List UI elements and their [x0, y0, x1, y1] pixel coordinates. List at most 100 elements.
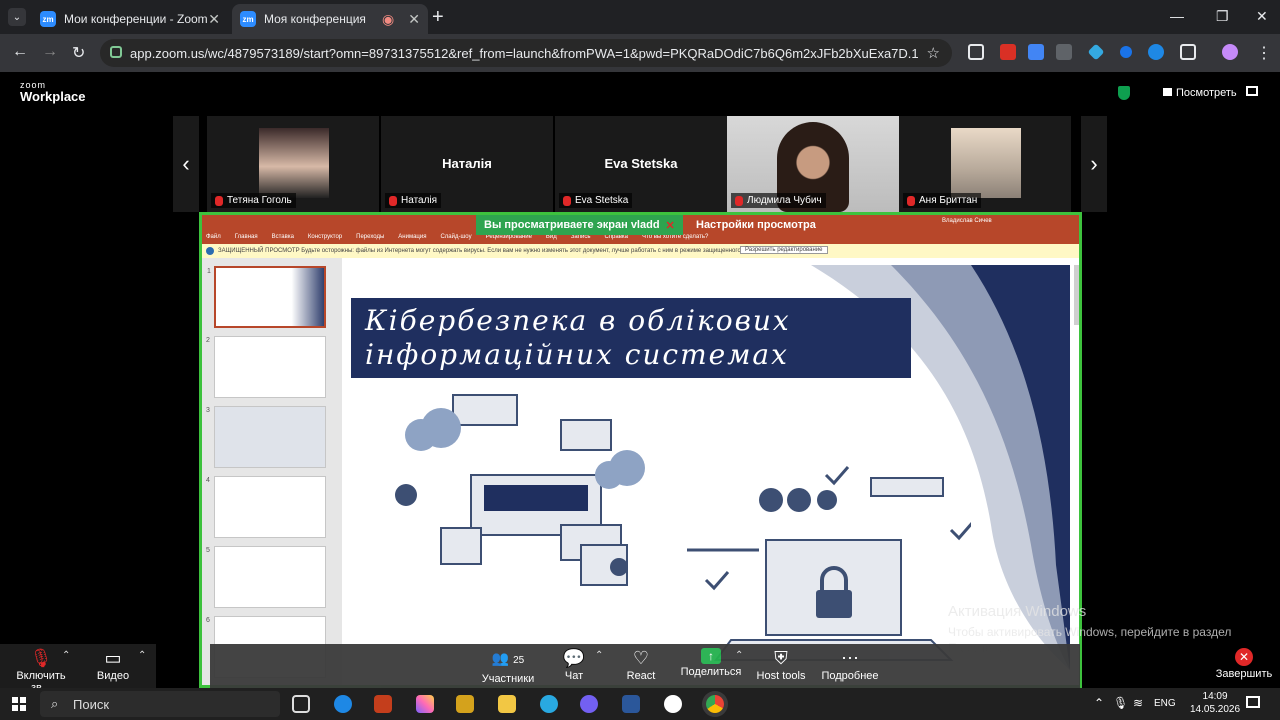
ribbon-tab[interactable]: Вставка: [272, 234, 294, 240]
participant-name: Eva Stetska: [559, 193, 633, 208]
chevron-up-icon[interactable]: ⌃: [595, 650, 603, 661]
new-tab-button[interactable]: +: [432, 6, 444, 29]
mic-tray-icon[interactable]: 🎙: [1113, 696, 1128, 710]
windows-activation-title: Активация Windows: [948, 603, 1087, 620]
participants-button[interactable]: 👥 25 Участники: [480, 644, 536, 685]
view-settings-button[interactable]: Настройки просмотра: [696, 219, 816, 231]
slide-thumbnail[interactable]: 5: [206, 546, 326, 608]
fullscreen-icon[interactable]: [1246, 86, 1258, 96]
chevron-up-icon[interactable]: ⌃: [1094, 696, 1104, 710]
strip-prev-button[interactable]: ‹: [173, 116, 199, 212]
slide-thumbnail[interactable]: 1: [207, 266, 326, 328]
ribbon-tab[interactable]: Главная: [235, 234, 258, 240]
host-tools-button[interactable]: ⛨ Host tools: [756, 644, 806, 682]
more-dots-icon: ⋯: [841, 648, 859, 668]
ribbon-tab[interactable]: Слайд-шоу: [440, 234, 471, 240]
windows-start-icon[interactable]: [12, 697, 26, 711]
extension-icon[interactable]: [1000, 44, 1016, 60]
end-icon: ✕: [1235, 648, 1253, 666]
app-icon[interactable]: [664, 695, 682, 713]
extension-icon[interactable]: [1120, 46, 1132, 58]
video-button[interactable]: ▭ Видео: [88, 644, 138, 682]
site-info-icon[interactable]: [110, 46, 122, 58]
muted-mic-icon: ✕: [665, 219, 675, 232]
powerpoint-icon[interactable]: [374, 695, 392, 713]
close-window-icon[interactable]: ✕: [1256, 8, 1268, 25]
participant-tile[interactable]: Людмила Чубич: [727, 116, 899, 212]
zoom-av-controls: 🎙 Включить зв... ⌃ ▭ Видео ⌃: [0, 644, 156, 694]
slide-scrollbar[interactable]: [1074, 265, 1079, 325]
tab-search-button[interactable]: ⌄: [8, 8, 26, 26]
ribbon-tab[interactable]: Файл: [206, 234, 221, 240]
taskbar-clock[interactable]: 14:09 14.05.2026: [1190, 690, 1240, 716]
encryption-shield-icon[interactable]: [1118, 86, 1130, 100]
forward-icon[interactable]: →: [42, 43, 58, 61]
store-icon[interactable]: [456, 695, 474, 713]
ribbon-tab[interactable]: Анимация: [398, 234, 426, 240]
slide-thumbnail[interactable]: 4: [206, 476, 326, 538]
chevron-up-icon[interactable]: ⌃: [138, 650, 146, 661]
react-label: React: [626, 670, 656, 682]
enable-editing-button[interactable]: Разрешить редактирование: [740, 246, 828, 254]
edge-icon[interactable]: [334, 695, 352, 713]
chevron-up-icon[interactable]: ⌃: [62, 650, 70, 661]
ribbon-tab[interactable]: Конструктор: [308, 234, 342, 240]
telegram-icon[interactable]: [540, 695, 558, 713]
zoom-favicon-icon: zm: [240, 11, 256, 27]
slide-thumbnail[interactable]: 3: [206, 406, 326, 468]
windows-taskbar: ⌕ Поиск ⌃ 🎙 ≋ ENG 14:09 14.05.2026: [0, 688, 1280, 720]
language-indicator[interactable]: ENG: [1154, 698, 1176, 709]
chat-button[interactable]: 💬 Чат: [556, 644, 592, 682]
participant-tile[interactable]: Eva Stetska Eva Stetska: [555, 116, 727, 212]
task-view-icon[interactable]: [292, 695, 310, 713]
browser-tab-bar: ⌄ zm Мои конференции - Zoom ✕ zm Моя кон…: [0, 0, 1280, 34]
cybersecurity-illustration: [395, 394, 971, 661]
file-explorer-icon[interactable]: [498, 695, 516, 713]
translate-icon[interactable]: [1028, 44, 1044, 60]
back-icon[interactable]: ←: [12, 43, 28, 61]
participant-tile[interactable]: Тетяна Гоголь: [207, 116, 379, 212]
minimize-icon[interactable]: —: [1170, 8, 1184, 24]
chevron-up-icon[interactable]: ⌃: [735, 650, 743, 661]
chrome-icon[interactable]: [706, 695, 724, 713]
camera-icon: ▭: [104, 648, 122, 668]
zoom-main-controls: 👥 25 Участники 💬 Чат ⌃ ♡ React ↑ Поделит…: [210, 644, 1080, 688]
participant-tile[interactable]: Аня Бриттан: [899, 116, 1071, 212]
participant-video: [259, 128, 329, 198]
tab-title: Мои конференции - Zoom: [64, 12, 208, 26]
notifications-icon[interactable]: [1246, 696, 1260, 708]
tab-my-conference[interactable]: zm Моя конференция ◉ ✕: [232, 4, 428, 34]
slide-title-line-1: Кібербезпека в облікових: [365, 304, 791, 337]
ribbon-tab[interactable]: Переходы: [356, 234, 384, 240]
extensions-puzzle-icon[interactable]: [1180, 44, 1196, 60]
clock-time: 14:09: [1202, 691, 1228, 702]
close-icon[interactable]: ✕: [208, 11, 220, 28]
close-icon[interactable]: ✕: [408, 11, 420, 28]
tab-my-conferences[interactable]: zm Мои конференции - Zoom ✕: [32, 4, 228, 34]
view-button[interactable]: Посмотреть: [1176, 87, 1237, 99]
wifi-icon[interactable]: ≋: [1133, 696, 1143, 710]
viber-icon[interactable]: [580, 695, 598, 713]
menu-dots-icon[interactable]: ⋮: [1256, 43, 1272, 63]
ppt-user-name: Владислав Сичев: [942, 218, 992, 224]
more-button[interactable]: ⋯ Подробнее: [820, 644, 880, 682]
copilot-icon[interactable]: [416, 695, 434, 713]
reload-icon[interactable]: ↻: [72, 43, 85, 63]
taskbar-search[interactable]: ⌕ Поиск: [40, 691, 280, 717]
extension-icon[interactable]: [1087, 43, 1105, 61]
address-bar[interactable]: app.zoom.us/wc/4879573189/start?omn=8973…: [100, 39, 952, 67]
react-button[interactable]: ♡ React: [620, 644, 662, 682]
participant-tile[interactable]: Наталія Наталія: [381, 116, 553, 212]
word-icon[interactable]: [622, 695, 640, 713]
extension-icon[interactable]: [1056, 44, 1072, 60]
participants-icon: 👥 25: [491, 650, 525, 666]
slide-thumbnail[interactable]: 2: [206, 336, 326, 398]
share-screen-button[interactable]: ↑ Поделиться: [680, 644, 742, 678]
edge-icon[interactable]: [1148, 44, 1164, 60]
strip-next-button[interactable]: ›: [1081, 116, 1107, 212]
cast-icon[interactable]: [968, 44, 984, 60]
end-meeting-button[interactable]: ✕ Завершить: [1214, 644, 1274, 680]
maximize-icon[interactable]: ❐: [1216, 8, 1229, 25]
bookmark-star-icon[interactable]: ☆: [927, 44, 940, 62]
avatar[interactable]: [1222, 44, 1238, 60]
